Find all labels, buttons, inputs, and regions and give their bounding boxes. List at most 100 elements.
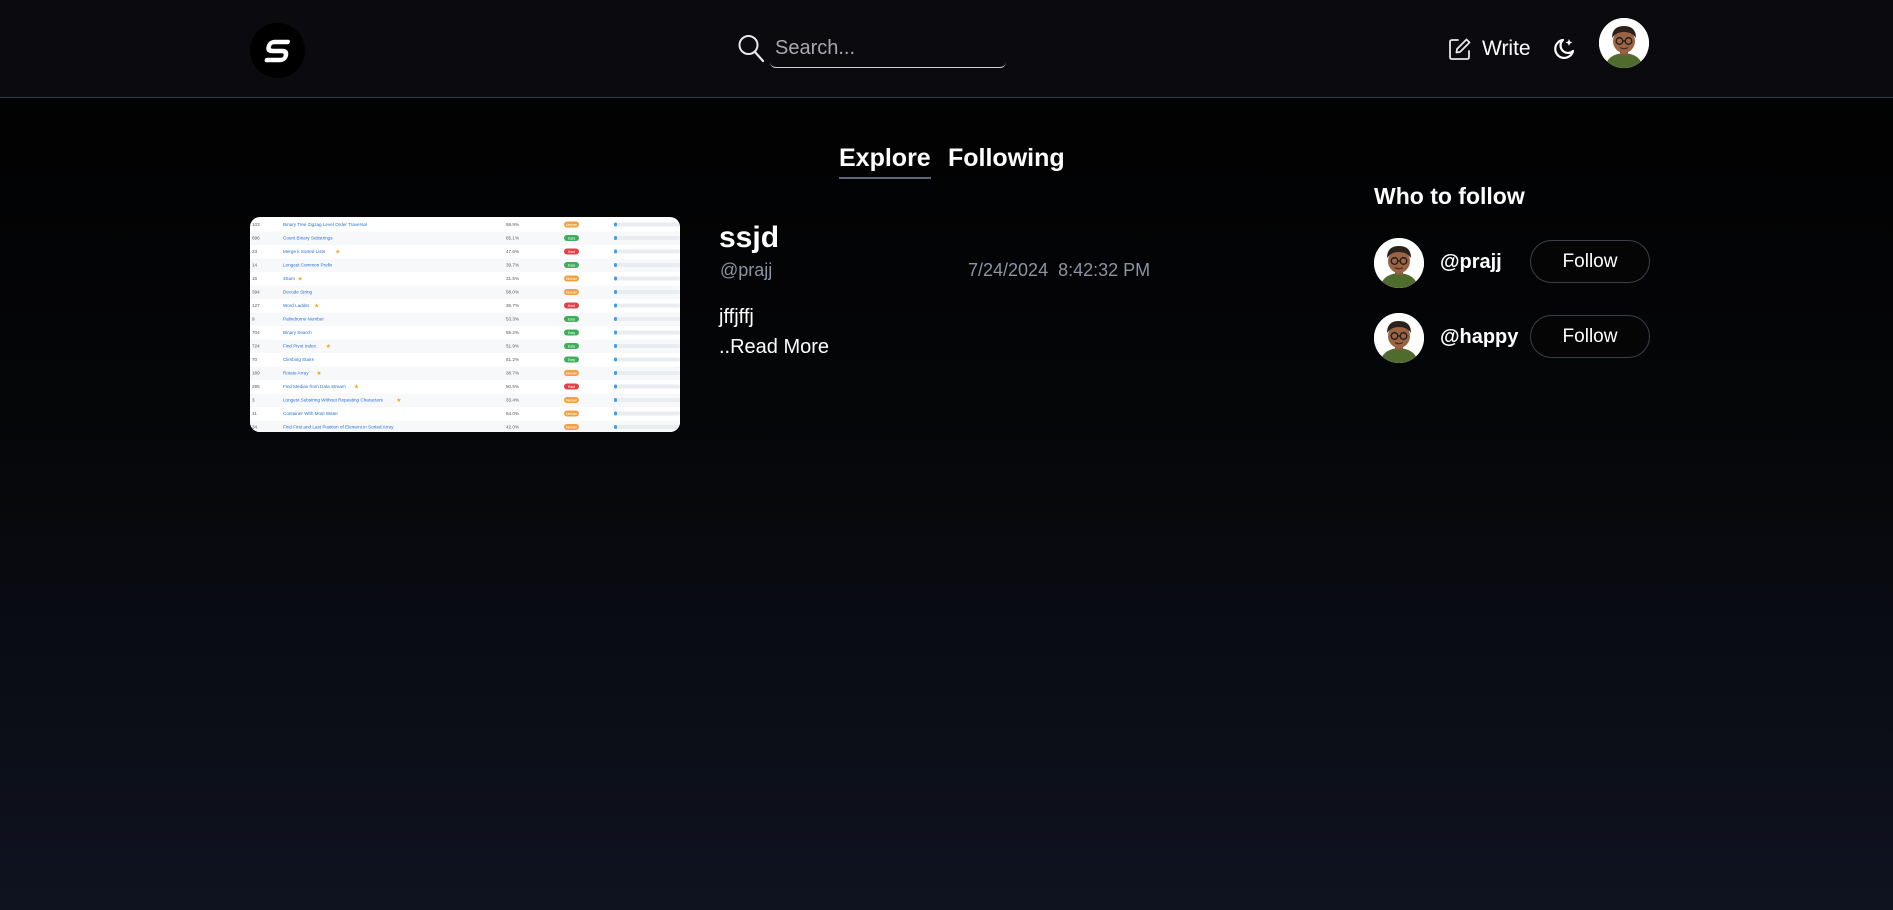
thumb-row-number: 724 [252, 344, 260, 349]
s-logo-icon [264, 39, 290, 62]
post-timestamp: 7/24/2024 8:42:32 PM [968, 260, 1150, 281]
thumb-row-title: Container With Most Water [283, 411, 338, 416]
thumb-difficulty-label: Medium [566, 399, 578, 403]
thumb-star-icon: ★ [297, 276, 302, 283]
thumb-row-number: 696 [252, 236, 260, 241]
thumb-row-rate: 65.1% [506, 236, 519, 241]
thumb-row-title: Rotate Array [283, 371, 309, 376]
thumb-row-rate: 55.2% [506, 330, 519, 335]
who-to-follow-heading: Who to follow [1374, 183, 1525, 209]
user-avatar[interactable] [1599, 18, 1649, 68]
thumb-difficulty-label: Easy [568, 358, 575, 362]
read-more-link[interactable]: ..Read More [719, 336, 829, 359]
post-author[interactable]: @prajj [720, 260, 772, 281]
thumb-row-title: Find First and Last Position of Element … [283, 425, 394, 430]
thumb-progress-track [614, 222, 680, 227]
user-avatar-icon [1599, 18, 1649, 68]
thumb-progress-fill [614, 222, 617, 227]
thumb-row-title: Binary Search [283, 330, 312, 335]
user-avatar-icon [1374, 313, 1424, 363]
thumb-row-rate: 47.6% [506, 249, 519, 254]
thumb-star-icon: ★ [316, 370, 321, 377]
thumb-progress-track [614, 371, 680, 375]
thumb-row-title: Longest Common Prefix [283, 263, 333, 268]
thumb-progress-track [614, 303, 680, 308]
top-navbar: Write [0, 0, 1893, 98]
thumb-row-rate: 31.5% [506, 276, 519, 281]
thumb-row-title: Decode String [283, 290, 313, 295]
thumb-progress-fill [614, 411, 617, 416]
thumb-progress-track [614, 263, 680, 267]
thumb-star-icon: ★ [354, 384, 359, 391]
thumb-difficulty-label: Easy [568, 331, 575, 335]
tab-explore[interactable]: Explore [839, 144, 931, 179]
thumb-difficulty-label: Medium [566, 277, 578, 281]
thumb-row-rate: 51.2% [506, 357, 519, 362]
tab-following[interactable]: Following [948, 144, 1065, 177]
thumb-progress-fill [614, 384, 617, 389]
thumb-row-number: 3 [252, 398, 255, 403]
thumb-star-icon: ★ [335, 249, 340, 256]
thumb-difficulty-label: Medium [566, 223, 578, 227]
thumb-progress-fill [614, 303, 617, 308]
thumb-progress-track [614, 330, 680, 335]
follow-handle[interactable]: @prajj [1440, 251, 1502, 274]
pencil-square-icon [1449, 38, 1471, 60]
thumb-row-title: Find Median from Data Stream [283, 384, 346, 389]
post-title[interactable]: ssjd [719, 221, 779, 255]
thumb-row-number: 14 [252, 263, 258, 268]
avatar[interactable] [1374, 313, 1424, 363]
write-button[interactable]: Write [1448, 34, 1531, 64]
thumb-progress-fill [614, 263, 617, 267]
thumb-difficulty-label: Easy [568, 237, 575, 241]
thumb-difficulty-label: Easy [568, 264, 575, 268]
follow-button[interactable]: Follow [1530, 315, 1650, 358]
thumb-row-number: 295 [252, 384, 260, 389]
thumb-row-title: Find Pivot Index [283, 344, 317, 349]
user-avatar-icon [1374, 238, 1424, 288]
post-thumbnail[interactable]: 103 Binary Tree Zigzag Level Order Traver… [250, 217, 680, 432]
post-thumbnail-image: 103 Binary Tree Zigzag Level Order Traver… [250, 221, 680, 432]
thumb-progress-track [614, 317, 680, 321]
thumb-progress-track [614, 357, 680, 362]
theme-toggle-button[interactable] [1551, 36, 1577, 67]
thumb-row-title: Climbing Stairs [283, 357, 315, 362]
post-time: 8:42:32 PM [1058, 260, 1151, 280]
thumb-row-number: 103 [252, 222, 260, 227]
home-logo[interactable] [250, 23, 305, 78]
thumb-difficulty-label: Hard [568, 385, 575, 389]
follow-handle[interactable]: @happy [1440, 326, 1518, 349]
post-date: 7/24/2024 [968, 260, 1049, 280]
follow-button[interactable]: Follow [1530, 240, 1650, 283]
thumb-row-number: 15 [252, 276, 258, 281]
thumb-progress-fill [614, 425, 617, 429]
thumb-row-number: 70 [252, 357, 258, 362]
thumb-difficulty-label: Medium [566, 291, 578, 295]
thumb-row-rate: 54.0% [506, 411, 519, 416]
thumb-difficulty-label: Hard [568, 250, 575, 254]
thumb-row-rate: 51.9% [506, 344, 519, 349]
thumb-row-title: Count Binary Substrings [283, 236, 333, 241]
thumb-star-icon: ★ [326, 343, 331, 350]
thumb-row-rate: 33.4% [506, 398, 519, 403]
thumb-difficulty-label: Medium [566, 372, 578, 376]
thumb-progress-fill [614, 371, 617, 375]
thumb-progress-track [614, 411, 680, 416]
thumb-row-rate: 42.0% [506, 425, 519, 430]
search-input[interactable] [770, 30, 1006, 68]
thumb-difficulty-label: Medium [566, 412, 578, 416]
thumb-progress-fill [614, 344, 617, 348]
thumb-progress-track [614, 276, 680, 281]
thumb-row-title: Binary Tree Zigzag Level Order Traversal [283, 222, 367, 227]
thumb-progress-fill [614, 236, 617, 240]
thumb-progress-track [614, 344, 680, 348]
thumb-progress-fill [614, 357, 617, 362]
thumb-progress-fill [614, 290, 617, 294]
avatar[interactable] [1374, 238, 1424, 288]
write-label: Write [1482, 37, 1531, 60]
thumb-row-rate: 38.7% [506, 371, 519, 376]
thumb-progress-track [614, 290, 680, 294]
thumb-row-number: 34 [252, 425, 258, 430]
search-icon[interactable] [737, 33, 765, 63]
thumb-row-number: 394 [252, 290, 260, 295]
